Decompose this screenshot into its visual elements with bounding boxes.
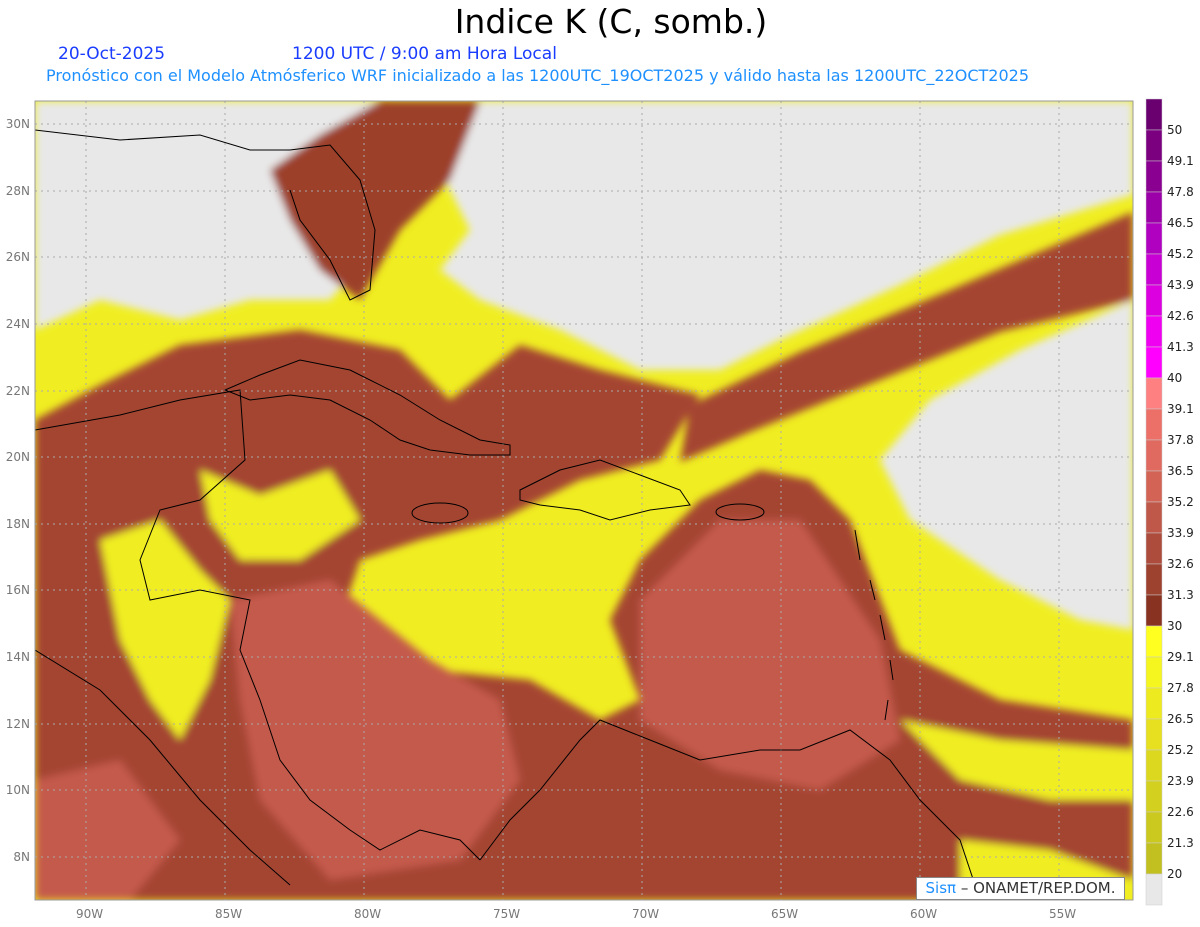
colorbar-label: 25.2 — [1167, 743, 1194, 757]
colorbar-label: 22.6 — [1167, 805, 1194, 819]
colorbar-swatch — [1145, 222, 1163, 255]
colorbar-label: 40 — [1167, 371, 1182, 385]
lat-label: 10N — [6, 783, 30, 797]
colorbar-swatch — [1145, 346, 1163, 379]
colorbar-swatch — [1145, 439, 1163, 472]
colorbar-label: 36.5 — [1167, 464, 1194, 478]
colorbar-label: 41.3 — [1167, 340, 1194, 354]
colorbar-label: 45.2 — [1167, 247, 1194, 261]
colorbar-swatch — [1145, 191, 1163, 224]
colorbar: 50 49.1 47.8 46.5 45.2 43.9 42.6 41.3 40 39.1 37.8… — [1145, 98, 1194, 906]
lat-label: 12N — [6, 717, 30, 731]
lat-label: 28N — [6, 184, 30, 198]
colorbar-label: 37.8 — [1167, 433, 1194, 447]
lon-label: 90W — [76, 907, 103, 921]
colorbar-swatch — [1145, 873, 1163, 906]
colorbar-swatch — [1145, 98, 1163, 131]
lat-label: 20N — [6, 450, 30, 464]
k-index-map: 90W 85W 80W 75W 70W 65W 60W 55W 30N 28N … — [6, 98, 1194, 921]
colorbar-swatch — [1145, 594, 1163, 627]
colorbar-swatch — [1145, 408, 1163, 441]
colorbar-swatch — [1145, 811, 1163, 844]
colorbar-label: 29.1 — [1167, 650, 1194, 664]
colorbar-label: 49.1 — [1167, 154, 1194, 168]
lon-label: 55W — [1049, 907, 1076, 921]
lat-label: 16N — [6, 583, 30, 597]
credit-box: Sisπ – ONAMET/REP.DOM. — [916, 877, 1125, 900]
colorbar-label: 32.6 — [1167, 557, 1194, 571]
colorbar-label: 46.5 — [1167, 216, 1194, 230]
colorbar-label: 21.3 — [1167, 836, 1194, 850]
colorbar-label: 50 — [1167, 123, 1182, 137]
sispi-logo: Sisπ — [925, 879, 957, 897]
lat-label: 30N — [6, 117, 30, 131]
colorbar-label: 26.5 — [1167, 712, 1194, 726]
colorbar-label: 27.8 — [1167, 681, 1194, 695]
colorbar-label: 35.2 — [1167, 495, 1194, 509]
colorbar-label: 30 — [1167, 619, 1182, 633]
lat-labels: 30N 28N 26N 24N 22N 20N 18N 16N 14N 12N … — [6, 117, 30, 864]
lat-label: 18N — [6, 517, 30, 531]
lon-label: 65W — [771, 907, 798, 921]
lon-label: 70W — [632, 907, 659, 921]
colorbar-swatch — [1145, 470, 1163, 503]
colorbar-swatch — [1145, 532, 1163, 565]
colorbar-label: 20 — [1167, 867, 1182, 881]
colorbar-label: 42.6 — [1167, 309, 1194, 323]
lat-label: 14N — [6, 650, 30, 664]
lon-label: 75W — [493, 907, 520, 921]
colorbar-swatch — [1145, 315, 1163, 348]
colorbar-swatch — [1145, 377, 1163, 410]
colorbar-swatch — [1145, 284, 1163, 317]
colorbar-label: 39.1 — [1167, 402, 1194, 416]
colorbar-swatch — [1145, 563, 1163, 596]
lat-label: 22N — [6, 384, 30, 398]
colorbar-swatch — [1145, 842, 1163, 875]
lat-label: 8N — [13, 850, 30, 864]
map-field — [35, 101, 1133, 900]
colorbar-label: 31.3 — [1167, 588, 1194, 602]
colorbar-label: 43.9 — [1167, 278, 1194, 292]
colorbar-label: 33.9 — [1167, 526, 1194, 540]
colorbar-swatch — [1145, 253, 1163, 286]
colorbar-swatch — [1145, 625, 1163, 658]
colorbar-swatch — [1145, 160, 1163, 193]
lat-label: 26N — [6, 250, 30, 264]
lat-label: 24N — [6, 317, 30, 331]
lon-label: 85W — [215, 907, 242, 921]
colorbar-swatch — [1145, 687, 1163, 720]
colorbar-swatch — [1145, 656, 1163, 689]
colorbar-swatch — [1145, 129, 1163, 162]
colorbar-label: 23.9 — [1167, 774, 1194, 788]
colorbar-swatch — [1145, 749, 1163, 782]
colorbar-swatch — [1145, 780, 1163, 813]
lon-label: 80W — [354, 907, 381, 921]
lon-labels: 90W 85W 80W 75W 70W 65W 60W 55W — [76, 907, 1076, 921]
colorbar-swatch — [1145, 718, 1163, 751]
colorbar-swatch — [1145, 501, 1163, 534]
credit-text: – ONAMET/REP.DOM. — [960, 879, 1116, 897]
lon-label: 60W — [910, 907, 937, 921]
colorbar-label: 47.8 — [1167, 185, 1194, 199]
